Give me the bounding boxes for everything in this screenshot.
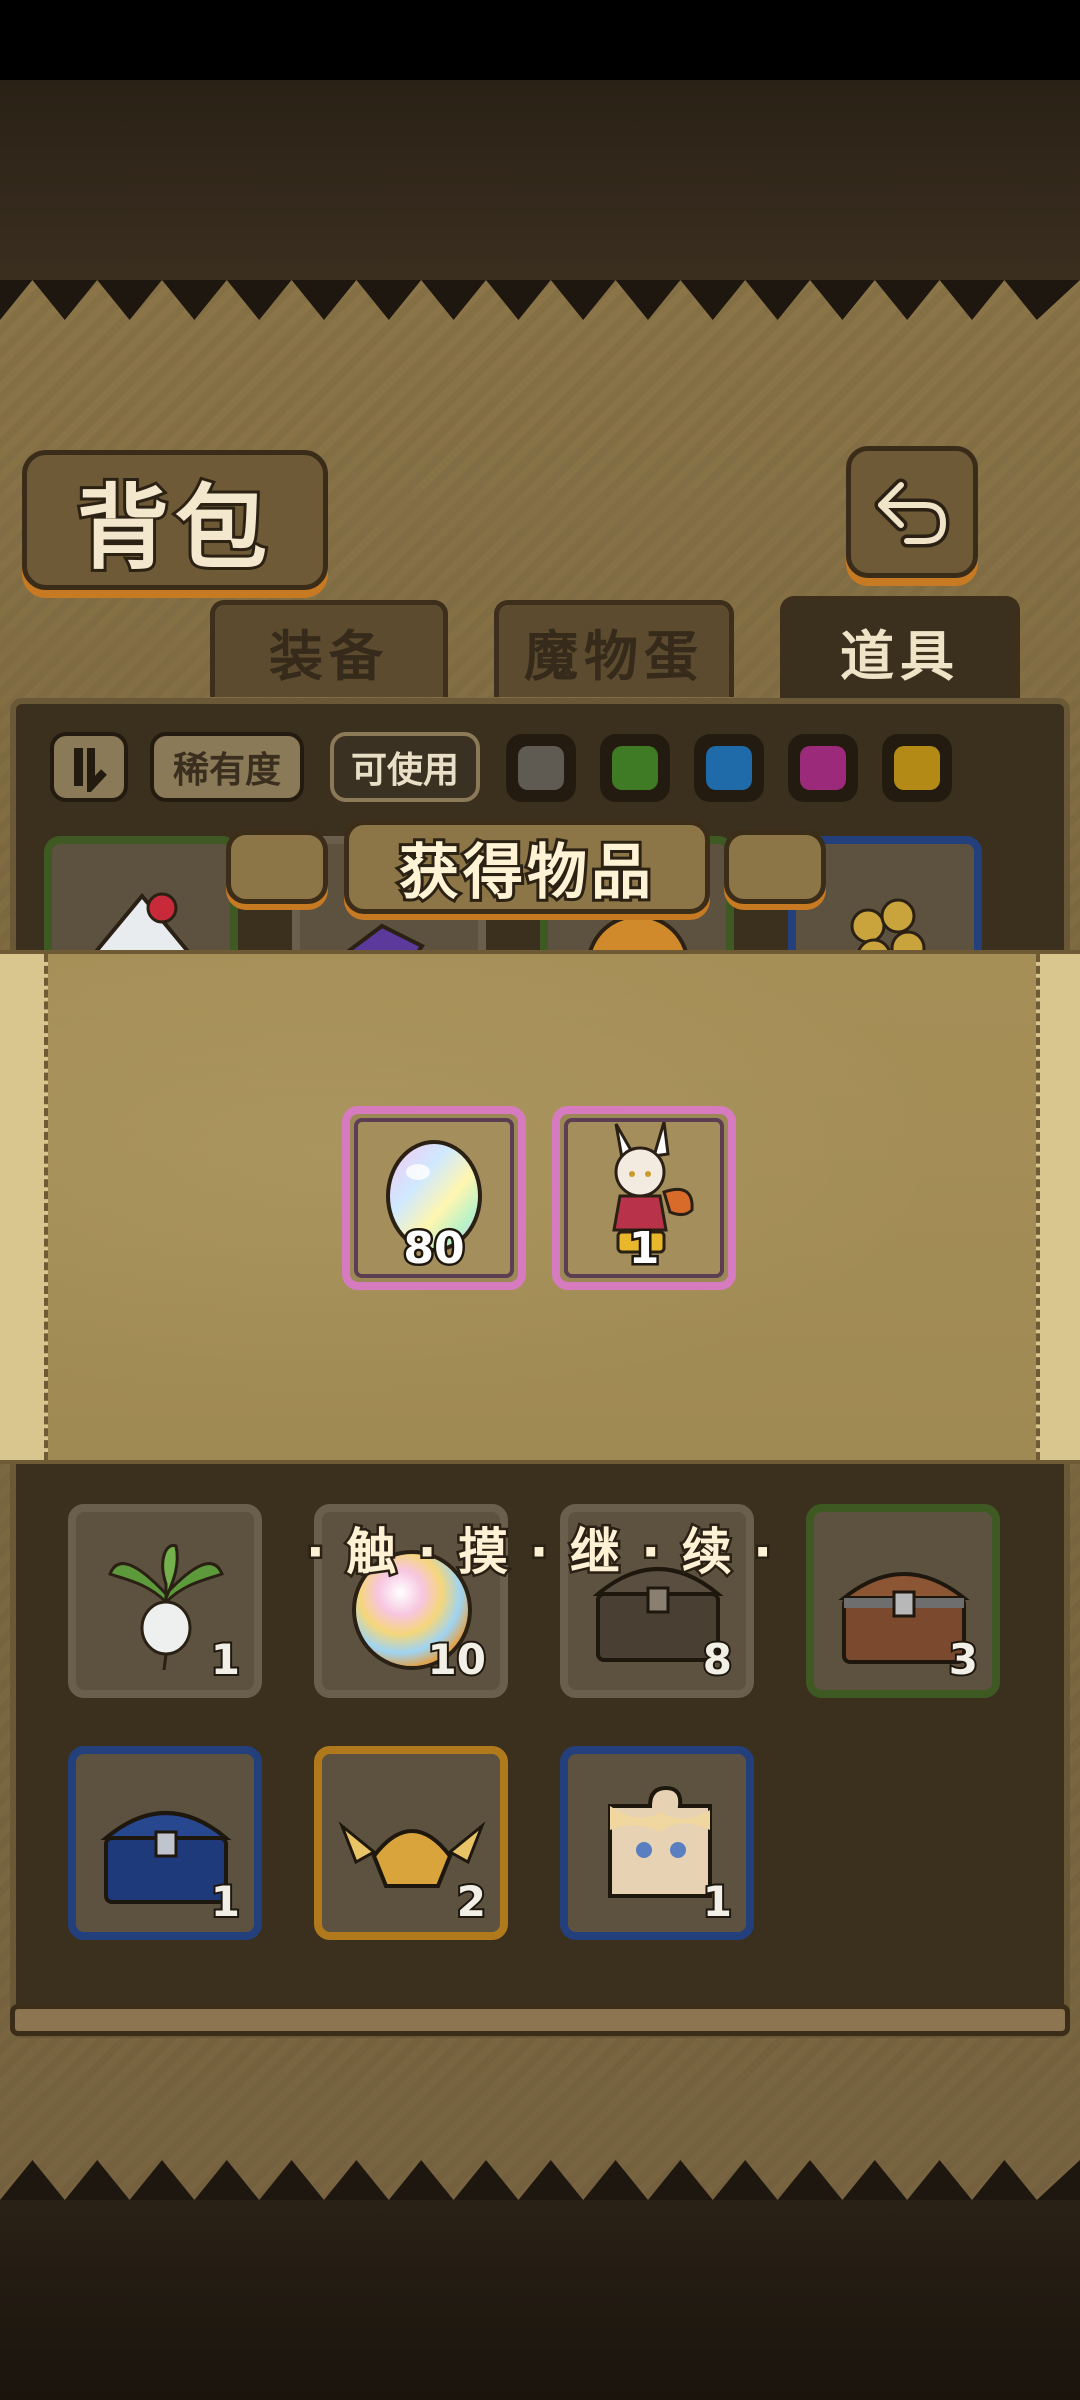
reward-item-character[interactable]: 1 — [552, 1106, 736, 1290]
golden-clover-icon — [850, 898, 926, 954]
item-count: 2 — [455, 1875, 488, 1928]
inventory-slot-winged-helmet[interactable]: 2 — [314, 1746, 508, 1940]
inventory-bottom-rail — [10, 2004, 1070, 2036]
rice-ball-icon — [91, 892, 193, 954]
bottom-map-background — [0, 2200, 1080, 2400]
status-bar — [0, 0, 1080, 80]
page-title: 背包 — [74, 472, 273, 585]
reward-item-count: 1 — [626, 1221, 662, 1277]
touch-to-continue-prompt[interactable]: · 触 · 摸 · 继 · 续 · — [300, 1512, 780, 1584]
top-map-background — [0, 80, 1080, 280]
usable-filter-button[interactable]: 可使用 — [330, 732, 480, 802]
rarity-filter-label: 稀有度 — [172, 750, 281, 791]
tab-equipment[interactable]: 装备 — [210, 600, 448, 697]
tab-items-label: 道具 — [840, 624, 960, 688]
inventory-slot-wooden-chest[interactable]: 3 — [806, 1504, 1000, 1698]
tab-equipment-label: 装备 — [269, 624, 389, 688]
tab-monster-egg-label: 魔物蛋 — [524, 624, 704, 688]
return-arrow-icon — [874, 478, 950, 548]
tab-items[interactable]: 道具 — [780, 596, 1020, 701]
color-filter-gray[interactable] — [506, 734, 576, 802]
reward-popup-title: 获得物品 — [396, 835, 655, 911]
item-count: 3 — [947, 1633, 980, 1686]
back-button[interactable] — [846, 446, 978, 578]
reward-title-plate: 获得物品 — [344, 820, 710, 914]
item-count: 1 — [209, 1633, 242, 1686]
swatch-color — [612, 746, 658, 790]
inventory-slot[interactable]: 12 — [44, 836, 238, 954]
color-filter-green[interactable] — [600, 734, 670, 802]
header-decoration-right — [724, 830, 826, 904]
color-filter-gold[interactable] — [882, 734, 952, 802]
tab-monster-egg[interactable]: 魔物蛋 — [494, 600, 734, 697]
title-plate: 背包 — [22, 450, 328, 590]
inventory-slot-radish[interactable]: 1 — [68, 1504, 262, 1698]
swatch-color — [894, 746, 940, 790]
reward-popup-banner[interactable] — [0, 950, 1080, 1464]
item-count: 1 — [701, 1875, 734, 1928]
sort-toggle-icon — [74, 748, 107, 792]
reward-item-rainbow-egg[interactable]: 80 — [342, 1106, 526, 1290]
header-decoration-left — [226, 830, 328, 904]
color-filter-purple[interactable] — [788, 734, 858, 802]
sort-toggle-button[interactable] — [50, 732, 128, 802]
swatch-color — [706, 746, 752, 790]
item-count: 1 — [209, 1875, 242, 1928]
inventory-slot-blue-chest[interactable]: 1 — [68, 1746, 262, 1940]
reward-popup-header: 获得物品 — [220, 820, 830, 920]
inventory-slot-puzzle-piece[interactable]: 1 — [560, 1746, 754, 1940]
reward-item-count: 80 — [401, 1221, 467, 1277]
swatch-color — [800, 746, 846, 790]
color-filter-blue[interactable] — [694, 734, 764, 802]
item-count: 10 — [426, 1633, 488, 1686]
swatch-color — [518, 746, 564, 790]
rarity-filter-button[interactable]: 稀有度 — [150, 732, 304, 802]
item-count: 8 — [701, 1633, 734, 1686]
usable-filter-label: 可使用 — [350, 750, 459, 791]
